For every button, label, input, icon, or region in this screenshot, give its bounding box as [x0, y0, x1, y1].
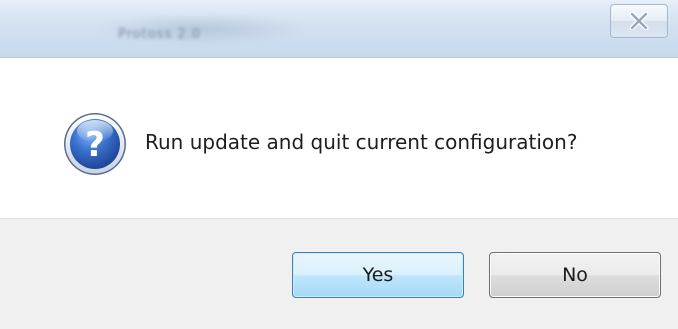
message-dialog: Protoss 2.0 ? Run update and quit curren…: [0, 0, 678, 329]
close-button[interactable]: [610, 4, 668, 38]
no-button[interactable]: No: [489, 252, 661, 298]
yes-button[interactable]: Yes: [292, 252, 464, 298]
question-glyph: ?: [85, 125, 105, 165]
message-text: Run update and quit current configuratio…: [145, 130, 578, 154]
window-title: Protoss 2.0: [118, 27, 202, 42]
close-icon: [629, 12, 649, 30]
question-icon: ?: [64, 113, 126, 175]
title-bar[interactable]: Protoss 2.0: [0, 0, 678, 58]
message-area: ? Run update and quit current configurat…: [0, 58, 678, 218]
button-bar: Yes No: [0, 218, 678, 329]
